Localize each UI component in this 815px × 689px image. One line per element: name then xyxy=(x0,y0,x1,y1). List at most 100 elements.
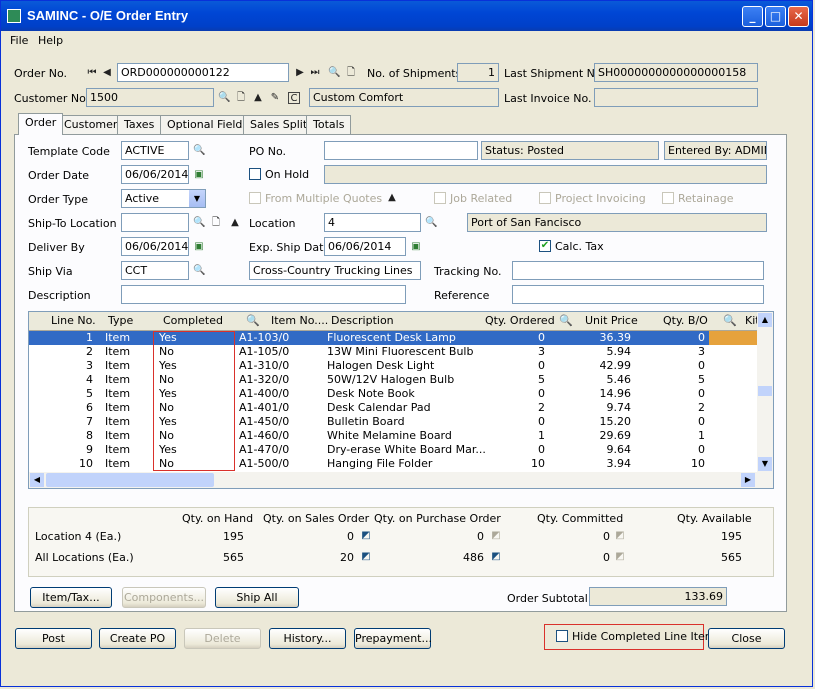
cell-line-no[interactable]: 10 xyxy=(29,457,93,470)
cell-type[interactable]: Item xyxy=(105,401,155,414)
cell-description[interactable]: 13W Mini Fluorescent Bulb xyxy=(327,345,477,358)
previous-record-icon[interactable]: ◀ xyxy=(101,67,113,79)
cell-description[interactable]: 50W/12V Halogen Bulb xyxy=(327,373,477,386)
grid-vertical-scrollbar[interactable]: ▲ ▼ xyxy=(757,312,773,472)
po-no-input[interactable] xyxy=(324,141,478,160)
prepayment-button[interactable]: Prepayment... xyxy=(354,628,432,649)
ship-all-button[interactable]: Ship All xyxy=(215,587,299,608)
ship-via-finder-icon[interactable]: 🔍 xyxy=(193,265,205,277)
cell-description[interactable]: Hanging File Folder xyxy=(327,457,477,470)
cell-qty-bo[interactable]: 3 xyxy=(637,345,705,358)
cell-type[interactable]: Item xyxy=(105,359,155,372)
drilldown-icon[interactable]: ◩ xyxy=(614,530,626,542)
cell-line-no[interactable]: 1 xyxy=(29,331,93,344)
ship-to-input[interactable] xyxy=(121,213,189,232)
calendar-icon[interactable]: ▣ xyxy=(193,169,205,181)
cell-unit-price[interactable]: 5.46 xyxy=(551,373,632,386)
cell-qty-ordered[interactable]: 0 xyxy=(475,359,545,372)
create-po-button[interactable]: Create PO xyxy=(99,628,176,649)
template-finder-icon[interactable]: 🔍 xyxy=(193,145,205,157)
cell-unit-price[interactable]: 36.39 xyxy=(551,331,632,344)
table-row[interactable]: 8 Item No A1-460/0 White Melamine Board 1 29.6… xyxy=(29,429,757,443)
cell-qty-bo[interactable]: 1 xyxy=(637,429,705,442)
horizontal-scroll-thumb[interactable] xyxy=(46,473,214,487)
first-record-icon[interactable]: ⏮ xyxy=(86,67,98,79)
cell-line-no[interactable]: 7 xyxy=(29,415,93,428)
description-input[interactable] xyxy=(121,285,406,304)
cell-unit-price[interactable]: 3.94 xyxy=(551,457,632,470)
col-item-no[interactable]: Item No.... xyxy=(271,314,328,327)
cell-line-no[interactable]: 4 xyxy=(29,373,93,386)
cell-line-no[interactable]: 8 xyxy=(29,429,93,442)
col-unit-price[interactable]: Unit Price xyxy=(585,314,638,327)
price-finder-icon[interactable]: 🔍 xyxy=(559,314,573,327)
cell-line-no[interactable]: 6 xyxy=(29,401,93,414)
cell-qty-ordered[interactable]: 0 xyxy=(475,331,545,344)
drilldown-icon[interactable]: ◩ xyxy=(490,551,502,563)
cell-qty-bo[interactable]: 10 xyxy=(637,457,705,470)
cell-item-no[interactable]: A1-500/0 xyxy=(239,457,319,470)
cell-unit-price[interactable]: 9.64 xyxy=(551,443,632,456)
cell-unit-price[interactable]: 15.20 xyxy=(551,415,632,428)
edit-icon[interactable]: ✎ xyxy=(269,92,281,104)
cell-item-no[interactable]: A1-401/0 xyxy=(239,401,319,414)
cell-description[interactable]: Fluorescent Desk Lamp xyxy=(327,331,477,344)
table-row[interactable]: 1 Item Yes A1-103/0 Fluorescent Desk Lamp 0 36… xyxy=(29,331,757,345)
calendar-icon[interactable]: ▣ xyxy=(193,241,205,253)
calc-tax-checkbox[interactable]: ✔ xyxy=(539,240,551,252)
cell-item-no[interactable]: A1-103/0 xyxy=(239,331,319,344)
ship-to-finder-icon[interactable]: 🔍 xyxy=(193,217,205,229)
cell-unit-price[interactable]: 14.96 xyxy=(551,387,632,400)
cell-line-no[interactable]: 2 xyxy=(29,345,93,358)
col-completed[interactable]: Completed xyxy=(163,314,223,327)
cell-kit[interactable] xyxy=(709,443,757,457)
cell-unit-price[interactable]: 42.99 xyxy=(551,359,632,372)
tracking-input[interactable] xyxy=(512,261,764,280)
new-document-icon[interactable]: 🗋 xyxy=(345,67,357,79)
zoom-up-icon[interactable]: ▲ xyxy=(252,92,264,104)
cell-unit-price[interactable]: 9.74 xyxy=(551,401,632,414)
customer-finder-icon[interactable]: 🔍 xyxy=(218,92,230,104)
cell-unit-price[interactable]: 5.94 xyxy=(551,345,632,358)
cell-item-no[interactable]: A1-460/0 xyxy=(239,429,319,442)
zoom-up-icon[interactable]: ▲ xyxy=(229,217,241,229)
cell-kit[interactable] xyxy=(709,345,757,359)
cell-qty-bo[interactable]: 0 xyxy=(637,387,705,400)
close-button[interactable]: Close xyxy=(708,628,785,649)
on-hold-checkbox[interactable] xyxy=(249,168,261,180)
minimize-button[interactable]: _ xyxy=(742,6,763,27)
table-row[interactable]: 6 Item No A1-401/0 Desk Calendar Pad 2 9.74 2 xyxy=(29,401,757,415)
cell-type[interactable]: Item xyxy=(105,443,155,456)
cell-type[interactable]: Item xyxy=(105,373,155,386)
ship-via-input[interactable]: CCT xyxy=(121,261,189,280)
table-row[interactable]: 2 Item No A1-105/0 13W Mini Fluorescent Bulb… xyxy=(29,345,757,359)
col-line-no[interactable]: Line No. xyxy=(51,314,96,327)
cell-type[interactable]: Item xyxy=(105,387,155,400)
cell-kit[interactable] xyxy=(709,373,757,387)
cell-qty-ordered[interactable]: 3 xyxy=(475,345,545,358)
cell-kit[interactable] xyxy=(709,331,757,345)
detail-grid[interactable]: Line No. Type Completed 🔍 Item No.... De… xyxy=(28,311,774,489)
scroll-down-icon[interactable]: ▼ xyxy=(758,457,772,471)
table-row[interactable]: 5 Item Yes A1-400/0 Desk Note Book 0 14.96 0 xyxy=(29,387,757,401)
template-code-input[interactable]: ACTIVE xyxy=(121,141,189,160)
tab-optional-fields[interactable]: Optional Fields xyxy=(160,115,256,134)
cell-kit[interactable] xyxy=(709,415,757,429)
cell-qty-ordered[interactable]: 10 xyxy=(475,457,545,470)
cell-type[interactable]: Item xyxy=(105,415,155,428)
post-button[interactable]: Post xyxy=(15,628,92,649)
cell-qty-ordered[interactable]: 0 xyxy=(475,415,545,428)
cell-description[interactable]: White Melamine Board xyxy=(327,429,477,442)
col-qty-bo[interactable]: Qty. B/O xyxy=(663,314,708,327)
cell-item-no[interactable]: A1-105/0 xyxy=(239,345,319,358)
cell-item-no[interactable]: A1-310/0 xyxy=(239,359,319,372)
cell-type[interactable]: Item xyxy=(105,345,155,358)
calendar-icon[interactable]: ▣ xyxy=(410,241,422,253)
cell-qty-ordered[interactable]: 0 xyxy=(475,387,545,400)
order-type-select[interactable]: Active ▼ xyxy=(121,189,206,208)
kit-finder-icon[interactable]: 🔍 xyxy=(723,314,737,327)
table-row[interactable]: 7 Item Yes A1-450/0 Bulletin Board 0 15.20 0 xyxy=(29,415,757,429)
cell-qty-bo[interactable]: 0 xyxy=(637,331,705,344)
tab-customer[interactable]: Customer xyxy=(57,115,125,134)
order-date-input[interactable]: 06/06/2014 xyxy=(121,165,189,184)
